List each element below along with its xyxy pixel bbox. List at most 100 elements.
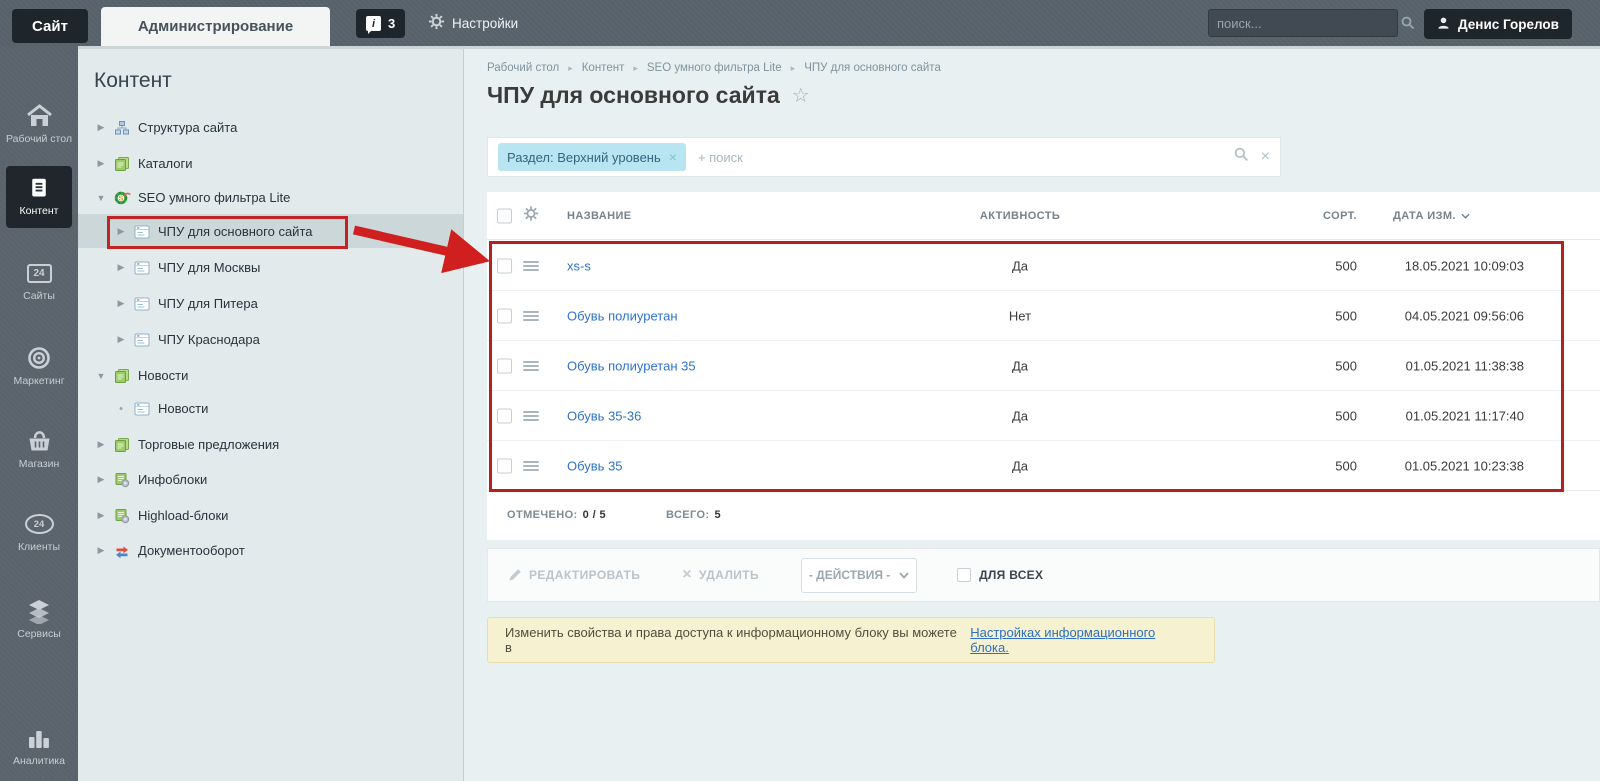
tree-item-chpu-krasnodar[interactable]: ▶ ЧПУ Краснодара [78,323,463,356]
search-icon[interactable] [1401,16,1423,30]
expand-closed-icon[interactable]: ▶ [116,334,126,345]
expand-open-icon[interactable]: ▼ [96,193,106,203]
row-menu-icon[interactable] [523,359,539,373]
expand-closed-icon[interactable]: ▶ [116,298,126,309]
row-checkbox[interactable] [497,458,512,473]
table-row: Обувь полиуретан Нет 500 04.05.2021 09:5… [487,291,1600,341]
column-header-modified[interactable]: ДАТА ИЗМ. [1393,210,1470,222]
tree-item-document-flow[interactable]: ▶ Документооборот [78,534,463,567]
breadcrumb-item[interactable]: SEO умного фильтра Lite [647,62,782,74]
for-all-checkbox[interactable] [957,568,972,582]
row-sort: 500 [1335,308,1357,323]
rail-item-marketing[interactable]: Маркетинг [0,344,78,388]
expand-open-icon[interactable]: ▼ [96,371,106,381]
row-menu-icon[interactable] [523,459,539,473]
rail-item-content[interactable]: Контент [6,166,72,228]
row-activity: Да [1011,458,1029,473]
row-menu-icon[interactable] [523,409,539,423]
chip-remove-icon[interactable]: × [669,149,677,165]
favorite-star-icon[interactable]: ☆ [792,83,810,108]
expand-closed-icon[interactable]: ▶ [96,510,106,521]
row-checkbox[interactable] [497,408,512,423]
settings-button[interactable]: Настройки [428,13,518,33]
rail-item-sites[interactable]: 24 Сайты [0,259,78,303]
row-checkbox[interactable] [497,358,512,373]
rail-label: Сервисы [17,628,61,640]
form-icon [134,224,151,240]
column-header-activity[interactable]: АКТИВНОСТЬ [960,210,1080,222]
column-header-name[interactable]: НАЗВАНИЕ [567,210,632,222]
site-tab[interactable]: Сайт [12,9,88,43]
tree-item-news-group[interactable]: ▼ Новости [78,359,463,392]
rail-item-services[interactable]: Сервисы [0,597,78,641]
rail-item-analytics[interactable]: Аналитика [0,724,78,768]
main-content: Рабочий стол ▸ Контент ▸ SEO умного филь… [464,49,1600,781]
tree-item-label: Новости [138,368,189,383]
delete-button[interactable]: × УДАЛИТЬ [682,566,759,584]
form-icon [134,332,151,348]
rail-label: Контент [19,205,59,217]
tree-item-chpu-piter[interactable]: ▶ ЧПУ для Питера [78,287,463,320]
row-name-link[interactable]: Обувь 35 [567,458,623,473]
row-sort: 500 [1335,408,1357,423]
expand-closed-icon[interactable]: ▶ [96,158,106,169]
row-name-link[interactable]: Обувь полиуретан 35 [567,358,696,373]
row-activity: Да [1011,258,1029,273]
infoblock-notice: Изменить свойства и права доступа к инфо… [487,617,1215,663]
edit-button[interactable]: РЕДАКТИРОВАТЬ [508,568,640,582]
tree-item-trade-offers[interactable]: ▶ Торговые предложения [78,428,463,461]
expand-closed-icon[interactable]: ▶ [116,262,126,273]
row-name-link[interactable]: Обувь 35-36 [567,408,641,423]
tree-item-chpu-main-site[interactable]: ▶ ЧПУ для основного сайта [78,215,463,248]
select-all-checkbox[interactable] [497,208,512,223]
expand-closed-icon[interactable]: ▶ [96,474,106,485]
rail-item-desktop[interactable]: Рабочий стол [0,102,78,146]
filter-clear-icon[interactable]: × [1261,148,1270,166]
filter-search-icon[interactable] [1234,147,1249,167]
rail-item-store[interactable]: Магазин [0,427,78,471]
filter-search-input[interactable] [685,149,1234,165]
expand-closed-icon[interactable]: ▶ [96,122,106,133]
row-name-link[interactable]: xs-s [567,258,591,273]
search-input[interactable] [1209,15,1401,31]
catalog-icon [114,156,131,172]
tree-item-news[interactable]: • Новости [78,392,463,425]
tree-item-label: Инфоблоки [138,472,208,487]
admin-tab[interactable]: Администрирование [101,7,330,46]
actions-dropdown[interactable]: - ДЕЙСТВИЯ - [801,557,918,593]
tree-item-highload-blocks[interactable]: ▶ Highload-блоки [78,499,463,532]
rail-label: Маркетинг [13,375,65,387]
tree-item-label: Структура сайта [138,120,238,135]
tree-item-infoblocks[interactable]: ▶ Инфоблоки [78,463,463,496]
breadcrumb-item[interactable]: Контент [582,62,625,74]
breadcrumb-item[interactable]: Рабочий стол [487,62,559,74]
gear-icon [428,13,445,33]
tree-item-chpu-moscow[interactable]: ▶ ЧПУ для Москвы [78,251,463,284]
tree-item-site-structure[interactable]: ▶ Структура сайта [78,111,463,144]
table-row: Обувь полиуретан 35 Да 500 01.05.2021 11… [487,341,1600,391]
grid-settings-gear-icon[interactable] [523,205,539,226]
column-header-sort[interactable]: СОРТ. [1207,210,1357,222]
expand-closed-icon[interactable]: ▶ [96,439,106,450]
expand-closed-icon[interactable]: ▶ [116,226,126,237]
tree-item-label: Торговые предложения [138,437,280,452]
breadcrumb-separator: ▸ [633,62,638,73]
tree-item-seo-smart-filter[interactable]: ▼ S SEO умного фильтра Lite [78,181,463,214]
tree-item-catalogs[interactable]: ▶ Каталоги [78,147,463,180]
expand-closed-icon[interactable]: ▶ [96,545,106,556]
home-icon [0,102,78,130]
top-bar: Сайт Администрирование i 3 Настройки Ден… [0,0,1600,46]
tree-item-label: ЧПУ для Москвы [158,260,261,275]
notice-settings-link[interactable]: Настройках информационного блока. [970,625,1197,655]
row-checkbox[interactable] [497,258,512,273]
row-menu-icon[interactable] [523,309,539,323]
row-checkbox[interactable] [497,308,512,323]
row-modified: 04.05.2021 09:56:06 [1404,308,1524,323]
row-menu-icon[interactable] [523,259,539,273]
notifications-button[interactable]: i 3 [356,9,406,38]
user-menu-button[interactable]: Денис Горелов [1424,9,1572,39]
rail-item-clients[interactable]: 24 Клиенты [0,510,78,554]
row-name-link[interactable]: Обувь полиуретан [567,308,678,323]
filter-chip-section[interactable]: Раздел: Верхний уровень × [498,143,686,171]
breadcrumb-item[interactable]: ЧПУ для основного сайта [804,62,941,74]
